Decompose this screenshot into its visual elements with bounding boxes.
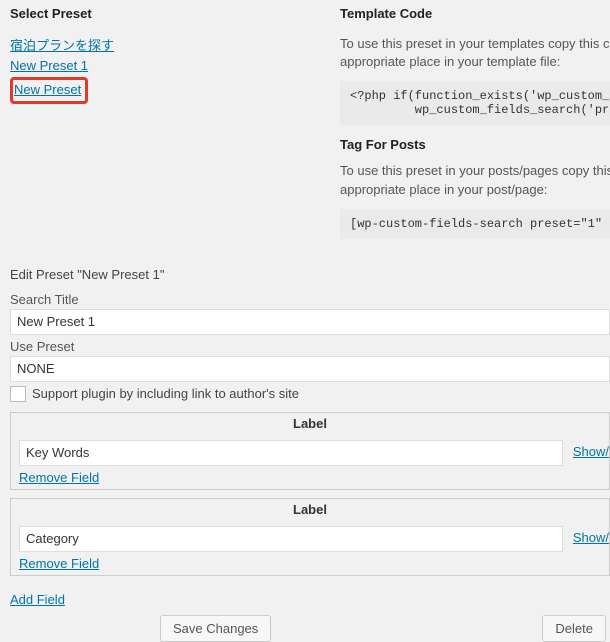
- show-toggle-1[interactable]: Show/: [573, 530, 609, 545]
- field-label-header-1: Label: [11, 499, 609, 520]
- preset-link-1[interactable]: New Preset 1: [10, 58, 88, 73]
- edit-preset-title: Edit Preset "New Preset 1": [10, 267, 610, 282]
- field-label-header-0: Label: [11, 413, 609, 434]
- delete-button[interactable]: Delete: [542, 615, 606, 642]
- field-group-1: Label Show/ Remove Field: [10, 498, 610, 576]
- shortcode-block: [wp-custom-fields-search preset="1" ]: [340, 209, 610, 239]
- remove-field-1[interactable]: Remove Field: [19, 556, 99, 571]
- support-checkbox-label: Support plugin by including link to auth…: [32, 386, 299, 401]
- tag-for-posts-desc: To use this preset in your posts/pages c…: [340, 162, 610, 198]
- select-preset-heading: Select Preset: [10, 6, 340, 21]
- add-field-link[interactable]: Add Field: [10, 592, 65, 607]
- remove-field-0[interactable]: Remove Field: [19, 470, 99, 485]
- use-preset-label: Use Preset: [10, 339, 610, 354]
- preset-link-highlighted: New Preset: [10, 77, 88, 104]
- template-code-panel: Template Code To use this preset in your…: [340, 6, 610, 251]
- template-php-code: <?php if(function_exists('wp_custom_fiel…: [340, 81, 610, 125]
- preset-link-0[interactable]: 宿泊プランを探す: [10, 35, 114, 54]
- template-code-heading: Template Code: [340, 6, 610, 21]
- field-label-input-1[interactable]: [19, 526, 563, 552]
- show-toggle-0[interactable]: Show/: [573, 444, 609, 459]
- use-preset-select[interactable]: [10, 356, 610, 382]
- select-preset-panel: Select Preset 宿泊プランを探す New Preset 1 New …: [10, 6, 340, 251]
- save-button[interactable]: Save Changes: [160, 615, 271, 642]
- support-checkbox[interactable]: [10, 386, 26, 402]
- template-code-desc: To use this preset in your templates cop…: [340, 35, 610, 71]
- preset-link-2[interactable]: New Preset: [14, 82, 81, 97]
- search-title-input[interactable]: [10, 309, 610, 335]
- field-group-0: Label Show/ Remove Field: [10, 412, 610, 490]
- field-label-input-0[interactable]: [19, 440, 563, 466]
- search-title-label: Search Title: [10, 292, 610, 307]
- tag-for-posts-heading: Tag For Posts: [340, 137, 610, 152]
